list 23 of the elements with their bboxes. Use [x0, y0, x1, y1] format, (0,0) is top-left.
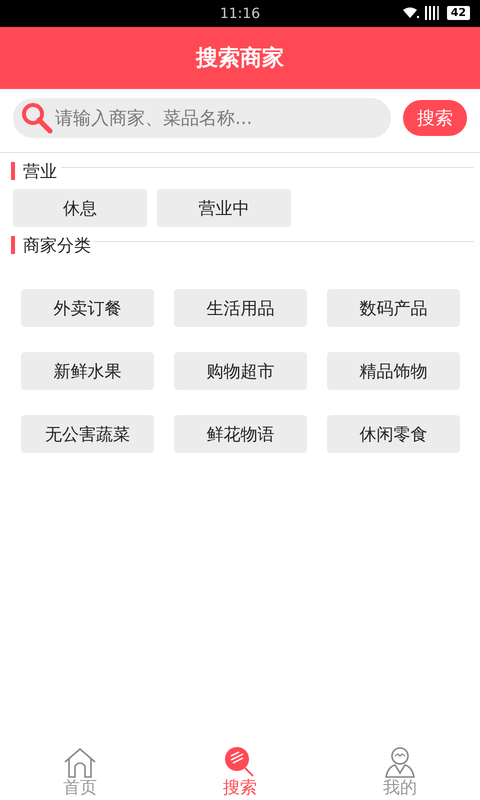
battery-indicator: 42 — [446, 6, 470, 20]
filter-chip[interactable]: 鲜花物语 — [174, 415, 307, 453]
signal-icon — [424, 6, 441, 20]
status-time: 11:16 — [220, 6, 260, 22]
filter-chip[interactable]: 休闲零食 — [327, 415, 460, 453]
filter-chip[interactable]: 生活用品 — [174, 289, 307, 327]
filter-chip[interactable]: 购物超市 — [174, 352, 307, 390]
filter-chip[interactable]: 新鲜水果 — [21, 352, 154, 390]
filter-chip[interactable]: 无公害蔬菜 — [21, 415, 154, 453]
page-title: 搜索商家 — [196, 44, 284, 73]
filter-chip[interactable]: 外卖订餐 — [21, 289, 154, 327]
section-title: 商家分类 — [23, 234, 91, 256]
house-icon — [63, 746, 97, 778]
accent-bar — [11, 236, 15, 254]
wifi-icon — [402, 7, 419, 19]
section-title: 营业 — [23, 160, 57, 182]
accent-bar — [11, 162, 15, 180]
filter-chip[interactable]: 营业中 — [157, 189, 291, 227]
filter-chip[interactable]: 数码产品 — [327, 289, 460, 327]
search-field[interactable]: 请输入商家、菜品名称... — [13, 98, 391, 138]
filter-chip[interactable]: 精品饰物 — [327, 352, 460, 390]
person-icon — [383, 746, 417, 778]
filter-chip[interactable]: 休息 — [13, 189, 147, 227]
